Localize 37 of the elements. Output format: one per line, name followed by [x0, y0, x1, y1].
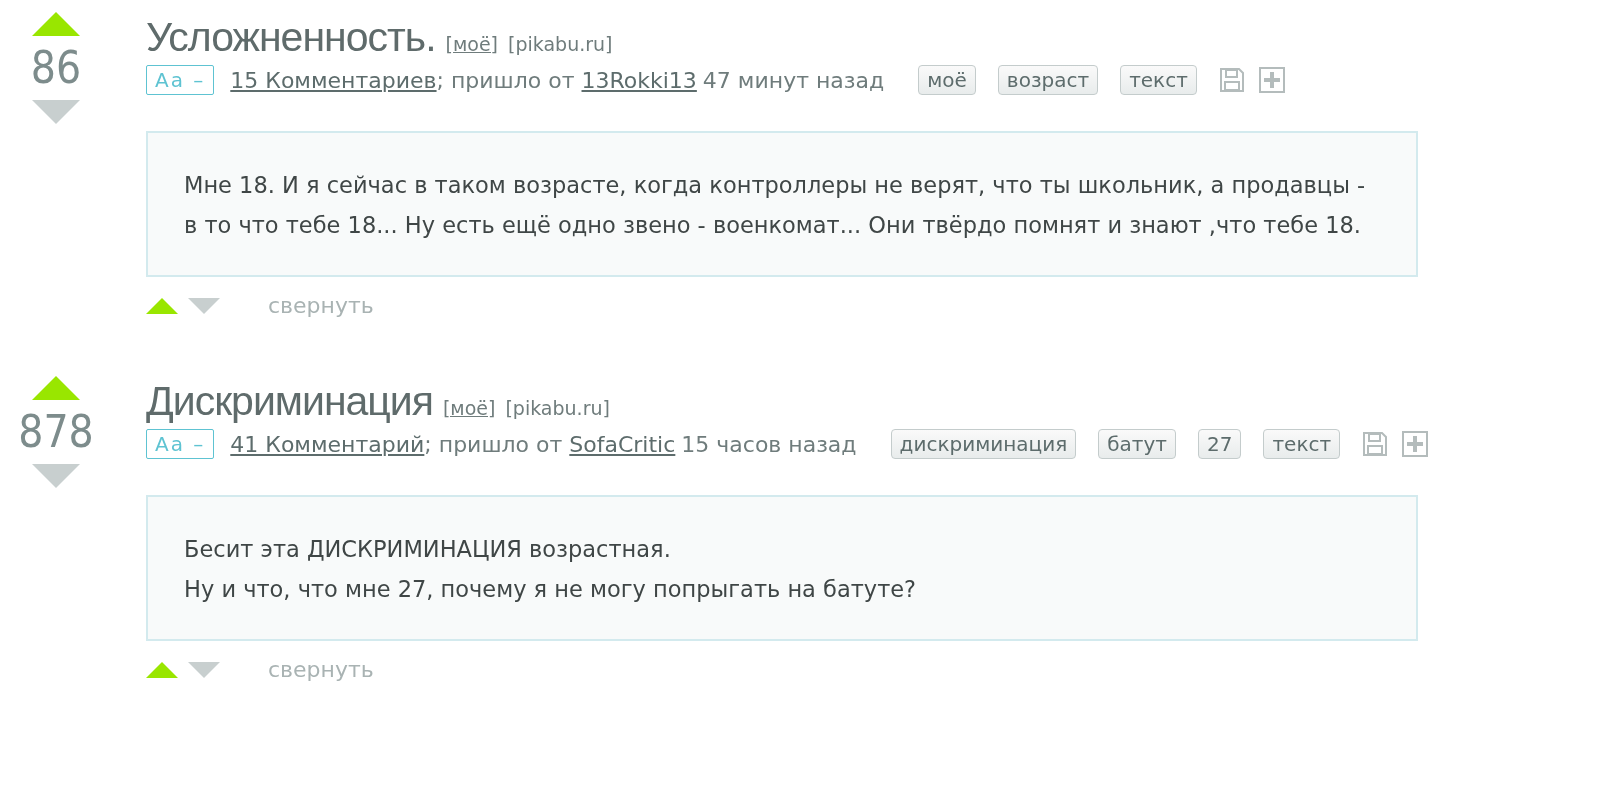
tag-link[interactable]: [моё] — [442, 397, 496, 419]
downvote-icon[interactable] — [32, 100, 80, 124]
tag-button[interactable]: дискриминация — [890, 429, 1077, 459]
rating: 86 — [30, 41, 82, 95]
tag-button[interactable]: возраст — [997, 65, 1099, 95]
post-title: Усложненность. — [146, 14, 436, 61]
tag-button[interactable]: текст — [1263, 429, 1341, 459]
comments-link[interactable]: 41 Комментарий — [230, 431, 425, 457]
upvote-icon[interactable] — [146, 661, 178, 678]
post-body: Бесит эта ДИСКРИМИНАЦИЯ возрастная. Ну и что, что мне 27, почему я не могу попрыгать на батуте? — [146, 495, 1418, 641]
post-title: Дискриминация — [146, 378, 433, 425]
downvote-icon[interactable] — [188, 661, 220, 678]
author-link[interactable]: SofaCritic — [569, 431, 676, 457]
post-time: 15 часов назад — [681, 431, 857, 457]
tag-button[interactable]: 27 — [1197, 429, 1242, 459]
site-link[interactable]: [pikabu.ru] — [508, 33, 613, 55]
tag-button[interactable]: батут — [1098, 429, 1176, 459]
upvote-icon[interactable] — [32, 376, 80, 400]
save-icon[interactable] — [1218, 67, 1245, 93]
tag-button[interactable]: текст — [1120, 65, 1197, 95]
upvote-icon[interactable] — [146, 297, 178, 314]
tag-link[interactable]: [моё] — [445, 33, 498, 55]
comments-link[interactable]: 15 Комментариев — [230, 67, 437, 93]
upvote-icon[interactable] — [32, 12, 80, 36]
save-icon[interactable] — [1362, 431, 1389, 457]
downvote-icon[interactable] — [188, 297, 220, 314]
meta-text: ; пришло от — [424, 431, 564, 457]
post-time: 47 минут назад — [702, 67, 885, 93]
tag-button[interactable]: моё — [918, 65, 976, 95]
meta-text: ; пришло от — [436, 67, 576, 93]
site-link[interactable]: [pikabu.ru] — [505, 397, 610, 419]
author-link[interactable]: 13Rokki13 — [581, 67, 697, 93]
rating: 878 — [18, 405, 94, 459]
plus-icon[interactable] — [1402, 431, 1429, 457]
plus-icon[interactable] — [1258, 67, 1285, 93]
downvote-icon[interactable] — [32, 464, 80, 488]
post-body: Мне 18. И я сейчас в таком возрасте, когда контроллеры не верят, что ты школьник, а продавцы - в то что тебе 18... Ну есть ещё одно звено - военкомат... Они твёрдо помнят и знают ,что тебе 18. — [146, 131, 1418, 277]
